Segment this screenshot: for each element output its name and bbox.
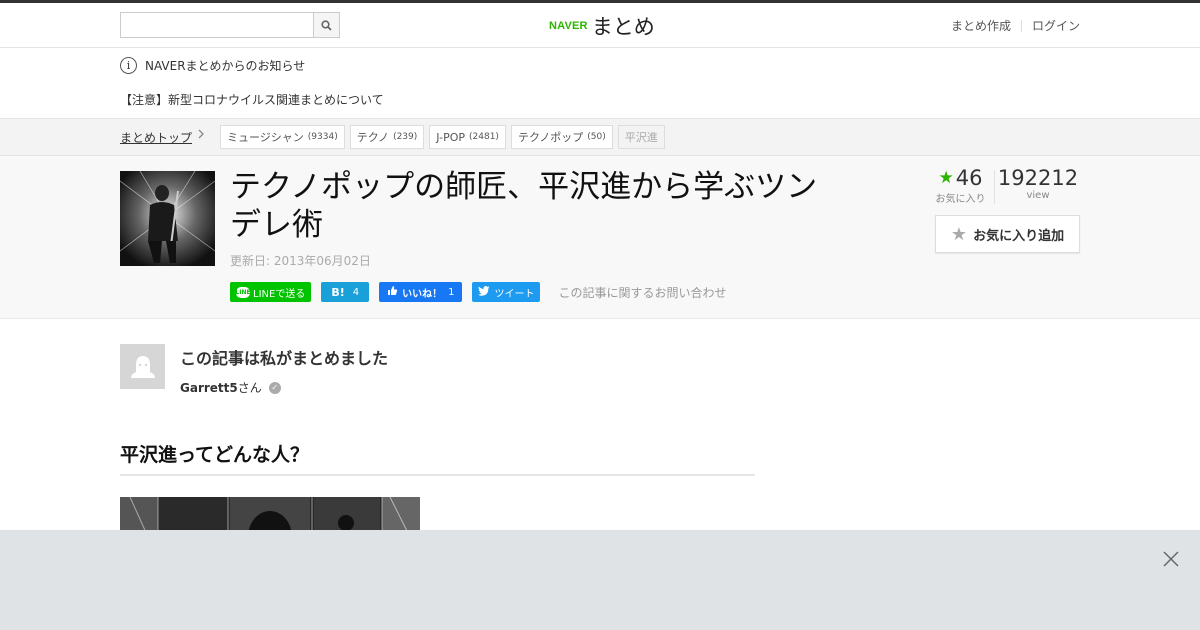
avatar[interactable] [120,344,165,389]
inquiry-link[interactable]: この記事に関するお問い合わせ [558,284,726,301]
top-header: NAVER まとめ まとめ作成 ログイン [0,0,1200,48]
article-header: テクノポップの師匠、平沢進から学ぶツンデレ術 更新日: 2013年06月02日 … [0,156,1200,319]
ad-overlay [0,530,1200,630]
info-icon: i [120,57,137,74]
breadcrumb: まとめトップ ミュージシャン (9334) テクノ (239) J-POP (2481… [0,118,1200,156]
line-icon: LINE [235,286,251,298]
line-share-label: LINEで送る [253,288,306,300]
tag-label: J-POP [436,130,466,144]
favorite-count: ★ 46 お気に入り [927,166,994,205]
view-count: 192212 view [995,166,1081,205]
tag-current: 平沢進 [617,125,665,149]
hatena-icon: B! [331,285,345,299]
updated-date: 更新日: 2013年06月02日 [230,254,371,268]
twitter-bird-icon [478,285,490,299]
author-suffix: さん [237,381,262,395]
login-link[interactable]: ログイン [1032,17,1080,34]
create-matome-link[interactable]: まとめ作成 [951,17,1011,34]
header-links: まとめ作成 ログイン [951,17,1080,34]
author-name-link[interactable]: Garrett5 [180,381,238,395]
view-number: 192212 [997,166,1079,190]
breadcrumb-top-link[interactable]: まとめトップ [120,129,192,146]
star-icon: ★ [938,168,954,188]
tweet-label: ツイート [494,288,535,300]
tag-label: ミュージシャン [227,131,304,144]
article-thumbnail[interactable] [120,171,215,266]
hatena-bookmark-button[interactable]: B! 4 [321,282,370,302]
author-block: この記事は私がまとめました Garrett5 さん ✓ [120,344,388,396]
divider [1020,19,1022,32]
tag-label: テクノポップ [517,131,584,144]
search-box [120,12,340,38]
tag-item[interactable]: テクノ (239) [349,125,425,149]
favorite-label: お気に入り [935,194,986,205]
notice-title: NAVERまとめからのお知らせ [145,59,306,73]
search-input[interactable] [121,13,314,37]
tag-list: ミュージシャン (9334) テクノ (239) J-POP (2481) テクノポッ… [220,125,665,149]
star-icon: ★ [950,223,968,245]
view-label: view [1026,190,1050,201]
tag-item[interactable]: J-POP (2481) [429,125,506,149]
tag-label: テクノ [356,131,390,144]
author-name-row: Garrett5 さん ✓ [180,379,388,396]
article-title: テクノポップの師匠、平沢進から学ぶツンデレ術 [230,169,818,243]
logo-service: まとめ [591,15,655,39]
verified-icon: ✓ [268,381,281,394]
facebook-like-button[interactable]: いいね！ 1 [379,282,463,302]
naver-matome-logo[interactable]: NAVER まとめ [549,11,655,41]
search-button[interactable] [313,13,339,37]
tag-count: (2481) [469,132,499,142]
article-stats: ★ 46 お気に入り 192212 view [927,166,1081,205]
facebook-like-count: 1 [448,286,455,298]
facebook-like-label: いいね！ [402,288,443,300]
tag-count: (50) [587,132,606,142]
tag-count: (239) [393,132,418,142]
add-favorite-label: お気に入り追加 [973,228,1065,244]
section-heading: 平沢進ってどんな人？ [120,440,755,476]
add-favorite-button[interactable]: ★ お気に入り追加 [935,215,1080,253]
close-icon[interactable] [1160,548,1182,570]
tag-item[interactable]: ミュージシャン (9334) [220,125,345,149]
author-heading: この記事は私がまとめました [180,349,389,368]
line-share-button[interactable]: LINE LINEで送る [230,282,312,302]
search-icon [321,16,332,35]
author-info: この記事は私がまとめました Garrett5 さん ✓ [180,344,388,396]
logo-brand: NAVER [549,20,588,32]
notice-heading: i NAVERまとめからのお知らせ [120,57,305,74]
tweet-button[interactable]: ツイート [472,282,541,302]
favorite-number: 46 [955,166,983,190]
thumbs-up-icon [387,285,398,299]
hatena-count: 4 [352,286,360,298]
notice-link[interactable]: 【注意】新型コロナウイルス関連まとめについて [120,91,384,108]
tag-count: (9334) [307,132,338,142]
chevron-right-icon [197,128,205,144]
tag-item[interactable]: テクノポップ (50) [510,125,613,149]
share-buttons: LINE LINEで送る B! 4 いいね！ 1 ツイート この記事に関するお問… [230,282,727,302]
